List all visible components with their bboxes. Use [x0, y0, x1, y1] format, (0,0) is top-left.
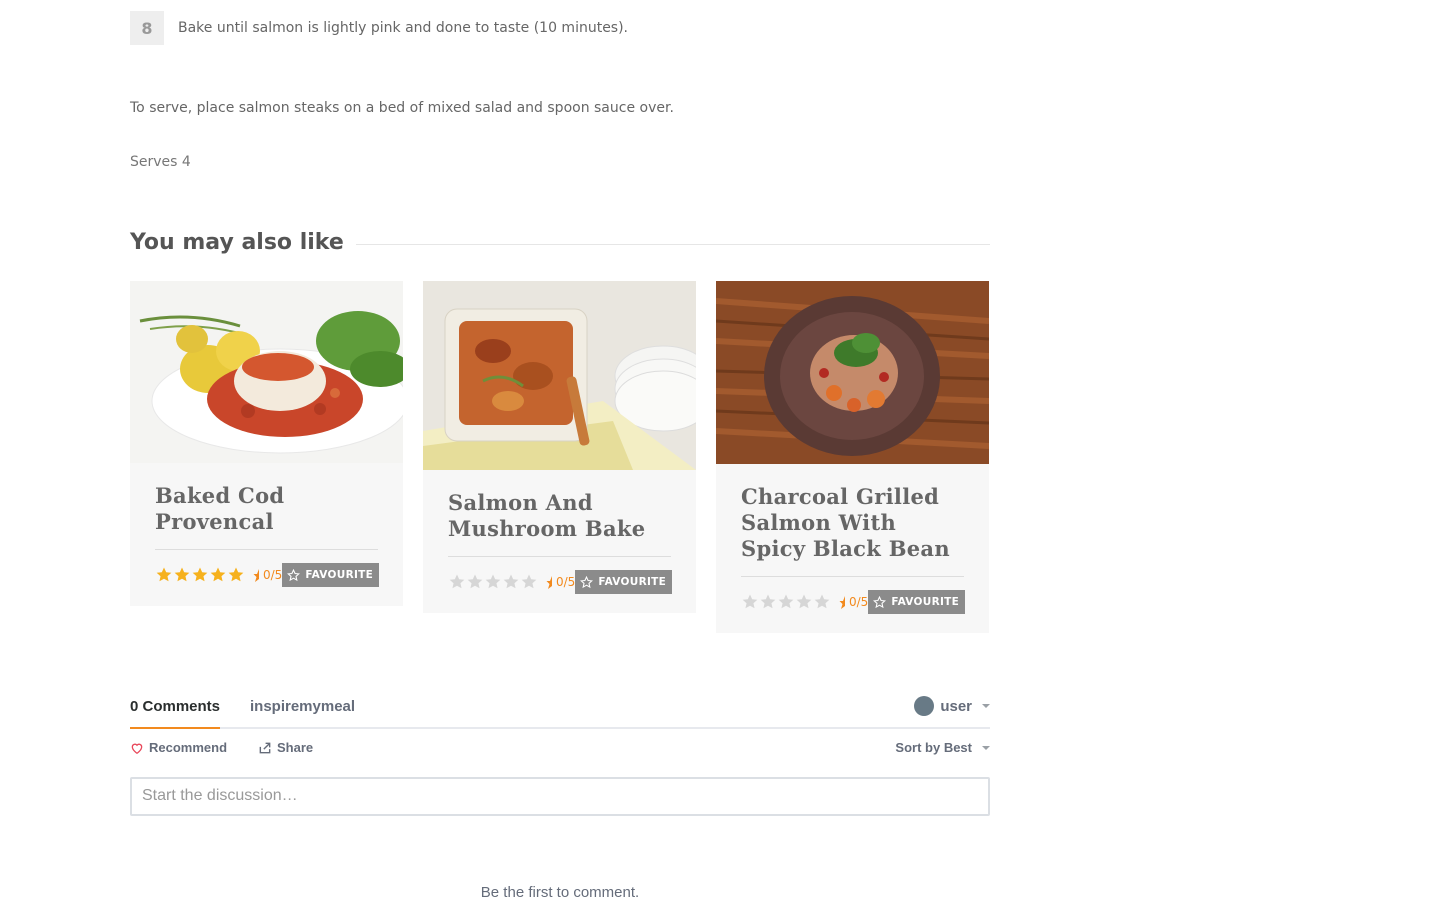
star-icon[interactable] — [191, 566, 209, 584]
star-icon[interactable] — [520, 573, 538, 591]
recipe-title[interactable]: Baked Cod Provencal — [155, 483, 378, 535]
star-rating[interactable] — [155, 566, 245, 584]
recipe-title[interactable]: Salmon And Mushroom Bake — [448, 490, 671, 542]
sort-dropdown[interactable]: Sort by Best — [895, 740, 990, 755]
star-icon[interactable] — [209, 566, 227, 584]
favourite-label: FAVOURITE — [891, 596, 960, 608]
star-outline-icon — [580, 575, 594, 588]
rating-value: 0/5 — [849, 595, 869, 609]
favourite-button[interactable]: FAVOURITE — [868, 590, 966, 614]
half-star-icon — [839, 595, 845, 609]
star-rating[interactable] — [448, 573, 538, 591]
avatar — [914, 696, 935, 716]
step-number: 8 — [130, 11, 164, 45]
half-star-icon — [253, 568, 259, 582]
divider — [741, 576, 964, 577]
rating-score: 0/5 — [839, 595, 868, 609]
favourite-label: FAVOURITE — [305, 569, 374, 581]
tab-comments[interactable]: 0 Comments — [130, 696, 221, 729]
divider — [355, 244, 990, 245]
sort-label: Sort by Best — [895, 740, 972, 755]
star-icon[interactable] — [227, 566, 245, 584]
user-menu[interactable]: user — [914, 696, 990, 716]
favourite-button[interactable]: FAVOURITE — [282, 563, 380, 587]
tab-community[interactable]: inspiremymeal — [250, 698, 355, 715]
chevron-down-icon — [982, 704, 990, 708]
user-name: user — [940, 697, 972, 715]
star-outline-icon — [287, 568, 301, 581]
related-title: You may also like — [130, 230, 344, 255]
star-icon[interactable] — [448, 573, 466, 591]
favourite-label: FAVOURITE — [598, 576, 667, 588]
chevron-down-icon — [982, 745, 990, 750]
comment-actions: Recommend Share Sort by Best — [130, 740, 990, 760]
star-icon[interactable] — [813, 593, 831, 611]
empty-comments-message: Be the first to comment. — [480, 884, 640, 900]
rating-score: 0/5 — [546, 575, 575, 589]
star-icon[interactable] — [741, 593, 759, 611]
half-star-icon — [546, 575, 552, 589]
step-text: Bake until salmon is lightly pink and do… — [178, 20, 629, 36]
divider — [448, 556, 671, 557]
recipe-title[interactable]: Charcoal Grilled Salmon With Spicy Black… — [741, 484, 964, 562]
rating-row: 0/5 FAVOURITE — [448, 570, 673, 594]
rating-row: 0/5 FAVOURITE — [155, 563, 380, 587]
rating-row: 0/5 FAVOURITE — [741, 590, 966, 614]
recipe-image[interactable] — [716, 281, 989, 464]
comments-tabs: 0 Comments inspiremymeal user — [130, 696, 990, 729]
share-label: Share — [277, 740, 314, 755]
rating-value: 0/5 — [263, 568, 283, 582]
divider — [155, 549, 378, 550]
star-icon[interactable] — [795, 593, 813, 611]
recommend-button[interactable]: Recommend — [130, 740, 227, 755]
recipe-card[interactable]: Charcoal Grilled Salmon With Spicy Black… — [716, 281, 989, 633]
recipe-image[interactable] — [423, 281, 696, 470]
star-icon[interactable] — [155, 566, 173, 584]
star-icon[interactable] — [777, 593, 795, 611]
recipe-image[interactable] — [130, 281, 403, 463]
recipe-card[interactable]: Salmon And Mushroom Bake 0/5 FAVOURITE — [423, 281, 696, 613]
serves-count: Serves 4 — [130, 154, 191, 170]
star-icon[interactable] — [759, 593, 777, 611]
star-icon[interactable] — [502, 573, 520, 591]
serving-instructions: To serve, place salmon steaks on a bed o… — [130, 100, 674, 116]
share-icon — [259, 742, 271, 753]
recipe-step: 8 Bake until salmon is lightly pink and … — [130, 11, 628, 45]
favourite-button[interactable]: FAVOURITE — [575, 570, 673, 594]
heart-icon — [131, 743, 143, 754]
star-icon[interactable] — [173, 566, 191, 584]
rating-value: 0/5 — [556, 575, 576, 589]
star-rating[interactable] — [741, 593, 831, 611]
star-icon[interactable] — [484, 573, 502, 591]
share-button[interactable]: Share — [258, 740, 313, 755]
star-outline-icon — [873, 595, 887, 608]
star-icon[interactable] — [466, 573, 484, 591]
recommend-label: Recommend — [149, 740, 228, 755]
rating-score: 0/5 — [253, 568, 282, 582]
discussion-input[interactable]: Start the discussion… — [130, 777, 990, 816]
recipe-card[interactable]: Baked Cod Provencal 0/5 FAVOURITE — [130, 281, 403, 606]
related-header: You may also like — [130, 230, 990, 255]
